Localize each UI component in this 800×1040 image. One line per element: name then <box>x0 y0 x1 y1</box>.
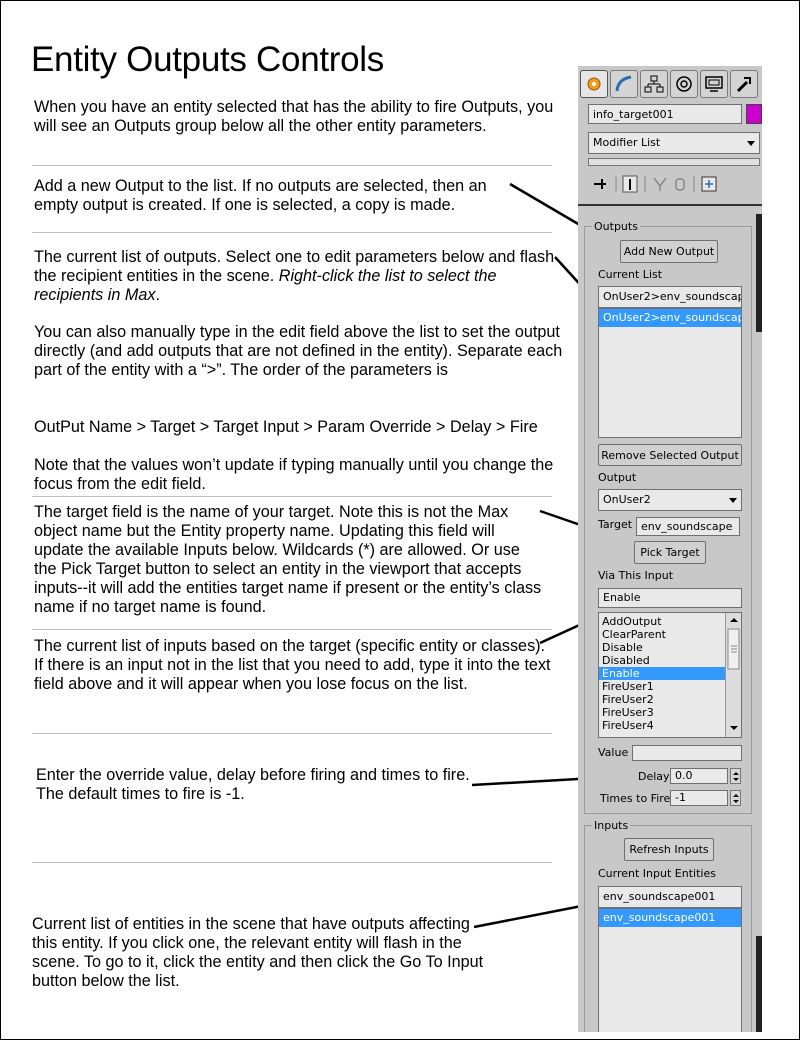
modifier-list-dropdown[interactable]: Modifier List <box>588 132 760 154</box>
output-dropdown-value: OnUser2 <box>603 493 651 506</box>
object-color-swatch[interactable] <box>746 104 762 124</box>
input-entities-list-item[interactable]: env_soundscape001 <box>599 909 741 927</box>
motion-icon <box>676 76 692 92</box>
add-new-output-button[interactable]: Add New Output <box>620 240 718 263</box>
inputs-list-item[interactable]: Enable <box>599 667 741 680</box>
inputs-group-label: Inputs <box>592 819 631 832</box>
inputs-list-item[interactable]: ClearParent <box>599 628 741 641</box>
target-label: Target <box>598 518 633 531</box>
motion-tab[interactable] <box>670 70 698 98</box>
value-label: Value <box>598 746 629 759</box>
times-to-fire-label: Times to Fire <box>600 792 671 805</box>
command-panel: info_target001 Modifier List Outputs Add… <box>578 66 762 1032</box>
modifier-toolbar-icons <box>594 175 717 193</box>
hierarchy-tab[interactable] <box>640 70 668 98</box>
spinner-arrows-icon <box>733 794 739 803</box>
times-to-fire-spinner[interactable] <box>730 790 741 806</box>
create-tab[interactable] <box>580 70 608 98</box>
modify-tab[interactable] <box>610 70 638 98</box>
utilities-icon <box>736 77 751 93</box>
chevron-down-icon <box>729 498 737 503</box>
inputs-list[interactable]: AddOutput ClearParent Disable Disabled E… <box>598 612 742 738</box>
inputs-list-item[interactable]: FireUser3 <box>599 706 741 719</box>
output-label: Output <box>598 471 637 484</box>
inputs-list-item[interactable]: Disable <box>599 641 741 654</box>
panel-scroll-track-lower <box>756 936 762 1032</box>
scrollbar-arrows <box>727 618 740 730</box>
display-icon <box>705 76 723 92</box>
panel-separator <box>578 204 762 206</box>
spinner-arrows-icon <box>733 772 739 781</box>
output-edit-field[interactable]: OnUser2>env_soundscape <box>598 286 742 308</box>
input-entities-edit-field[interactable]: env_soundscape001 <box>598 886 742 908</box>
current-input-entities-label: Current Input Entities <box>598 867 716 880</box>
configure-sets-icon <box>701 176 717 192</box>
remove-modifier-icon <box>675 178 685 191</box>
input-edit-field[interactable]: Enable <box>598 588 742 608</box>
display-tab[interactable] <box>700 70 728 98</box>
refresh-inputs-button[interactable]: Refresh Inputs <box>624 838 714 861</box>
modify-icon <box>615 75 632 92</box>
modifier-toolbar <box>590 172 760 196</box>
input-entities-list[interactable]: env_soundscape001 <box>598 908 742 1032</box>
modifier-stack-bar <box>588 158 760 166</box>
create-icon <box>587 77 601 91</box>
delay-field[interactable]: 0.0 <box>670 768 728 784</box>
panel-tab-bar <box>580 68 760 98</box>
scroll-up-icon <box>730 618 738 622</box>
output-dropdown[interactable]: OnUser2 <box>598 489 742 511</box>
inputs-list-item[interactable]: FireUser4 <box>599 719 741 732</box>
inputs-list-item[interactable]: FireUser2 <box>599 693 741 706</box>
remove-selected-output-button[interactable]: Remove Selected Output <box>598 444 742 466</box>
inputs-list-item[interactable]: AddOutput <box>599 615 741 628</box>
value-field[interactable] <box>632 745 742 761</box>
panel-scroll-track[interactable] <box>756 214 762 332</box>
outputs-list-item[interactable]: OnUser2>env_soundscape <box>599 309 741 327</box>
modifier-list-label: Modifier List <box>593 136 661 149</box>
make-unique-icon <box>653 177 667 191</box>
outputs-list[interactable]: OnUser2>env_soundscape <box>598 308 742 438</box>
current-list-label: Current List <box>598 268 663 281</box>
target-field[interactable]: env_soundscape <box>636 517 740 536</box>
via-this-input-label: Via This Input <box>598 569 674 582</box>
scroll-down-icon <box>730 726 738 730</box>
inputs-list-item[interactable]: Disabled <box>599 654 741 667</box>
inputs-list-item[interactable]: FireUser1 <box>599 680 741 693</box>
hierarchy-icon <box>644 75 664 93</box>
utilities-tab[interactable] <box>730 70 758 98</box>
times-to-fire-field[interactable]: -1 <box>670 790 728 806</box>
pick-target-button[interactable]: Pick Target <box>634 541 706 564</box>
delay-spinner[interactable] <box>730 768 741 784</box>
object-name-field[interactable]: info_target001 <box>588 104 742 124</box>
inputs-list-scrollbar[interactable] <box>725 613 741 737</box>
outputs-group-label: Outputs <box>592 220 640 233</box>
chevron-down-icon <box>747 141 755 146</box>
delay-label: Delay <box>638 770 670 783</box>
show-end-result-icon <box>622 175 638 193</box>
pin-stack-icon <box>594 179 606 189</box>
